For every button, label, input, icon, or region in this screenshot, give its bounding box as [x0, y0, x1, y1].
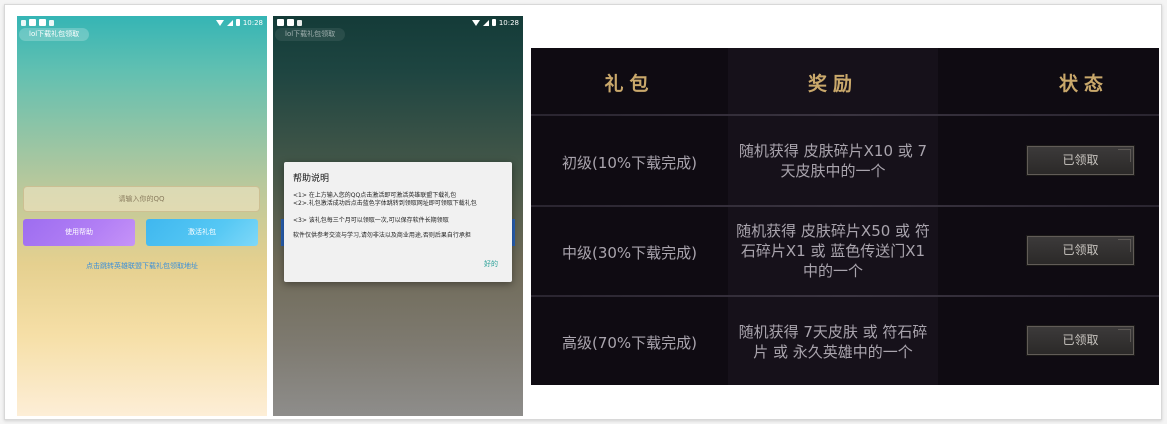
header-reward: 奖励	[807, 73, 858, 95]
signal-icon	[226, 19, 233, 26]
notification-icon	[277, 19, 284, 26]
reward-table: 礼包 奖励 状态 初级(10%下载完成) 随机获得 皮肤碎片X10 或 7天皮肤…	[531, 48, 1159, 385]
notification-icons	[21, 19, 54, 26]
notification-icon	[21, 19, 26, 26]
row-divider	[531, 295, 1159, 297]
qq-input[interactable]: 请输入你的QQ	[23, 186, 260, 212]
composite-canvas: 10:28 lol下载礼包领取 请输入你的QQ 使用帮助 激活礼包 点击跳转英雄…	[0, 0, 1167, 424]
claimed-button[interactable]: 已领取	[1026, 235, 1135, 266]
level-cell: 初级(10%下载完成)	[561, 154, 698, 172]
phone-screen-help-dialog: 10:28 lol下载礼包领取 帮助说明 <1> 在上方输入您的QQ点击激活即可…	[273, 16, 523, 416]
system-status: 10:28	[471, 18, 519, 27]
dialog-text-line: <2>.礼包激活成功后点击蓝色字体跳转到领取网址即可领取下载礼包	[293, 200, 477, 207]
status-time: 10:28	[498, 18, 519, 27]
header-package: 礼包	[604, 73, 655, 95]
row-divider	[531, 205, 1159, 207]
wifi-icon	[215, 19, 224, 26]
app-title-tab: lol下载礼包领取	[19, 28, 90, 41]
help-button[interactable]: 使用帮助	[23, 219, 135, 246]
help-dialog: 帮助说明 <1> 在上方输入您的QQ点击激活即可激活英雄联盟下载礼包 <2>.礼…	[284, 162, 512, 282]
notification-icon	[39, 19, 46, 26]
reward-cell: 随机获得 皮肤碎片X50 或 符石碎片X1 或 蓝色传送门X1中的一个	[736, 222, 930, 280]
row-divider	[531, 114, 1159, 116]
level-cell: 中级(30%下载完成)	[561, 244, 698, 262]
battery-icon	[491, 19, 496, 26]
notification-icon	[287, 19, 294, 26]
phone-screen-main: 10:28 lol下载礼包领取 请输入你的QQ 使用帮助 激活礼包 点击跳转英雄…	[17, 16, 267, 416]
battery-icon	[235, 19, 240, 26]
image-frame: 10:28 lol下载礼包领取 请输入你的QQ 使用帮助 激活礼包 点击跳转英雄…	[4, 4, 1162, 420]
dialog-text-line: <1> 在上方输入您的QQ点击激活即可激活英雄联盟下载礼包	[293, 192, 457, 199]
dialog-ok-button[interactable]: 好的	[484, 259, 498, 269]
activate-gift-button[interactable]: 激活礼包	[146, 219, 258, 246]
signal-icon	[482, 19, 489, 26]
notification-icons	[277, 19, 302, 26]
status-time: 10:28	[242, 18, 263, 27]
reward-cell: 随机获得 7天皮肤 或 符石碎片 或 永久英雄中的一个	[738, 323, 928, 361]
dialog-text-line: <3> 该礼包每三个月可以领取一次,可以保存软件长期领取	[293, 217, 449, 224]
dialog-text-line: 软件仅供参考交流与学习,请勿非法以及商业用途,否则后果自行承担	[293, 232, 471, 239]
wifi-icon	[471, 19, 480, 26]
dialog-title: 帮助说明	[293, 174, 330, 184]
system-status: 10:28	[215, 18, 263, 27]
app-title-tab: lol下载礼包领取	[275, 28, 346, 41]
notification-icon	[29, 19, 36, 26]
notification-icon	[297, 19, 302, 26]
notification-icon	[49, 19, 54, 26]
header-status: 状态	[1058, 73, 1109, 95]
claimed-button[interactable]: 已领取	[1026, 325, 1135, 356]
download-link[interactable]: 点击跳转英雄联盟下载礼包领取地址	[17, 261, 267, 271]
claimed-button[interactable]: 已领取	[1026, 145, 1135, 176]
reward-cell: 随机获得 皮肤碎片X10 或 7天皮肤中的一个	[738, 142, 928, 180]
level-cell: 高级(70%下载完成)	[561, 334, 698, 352]
